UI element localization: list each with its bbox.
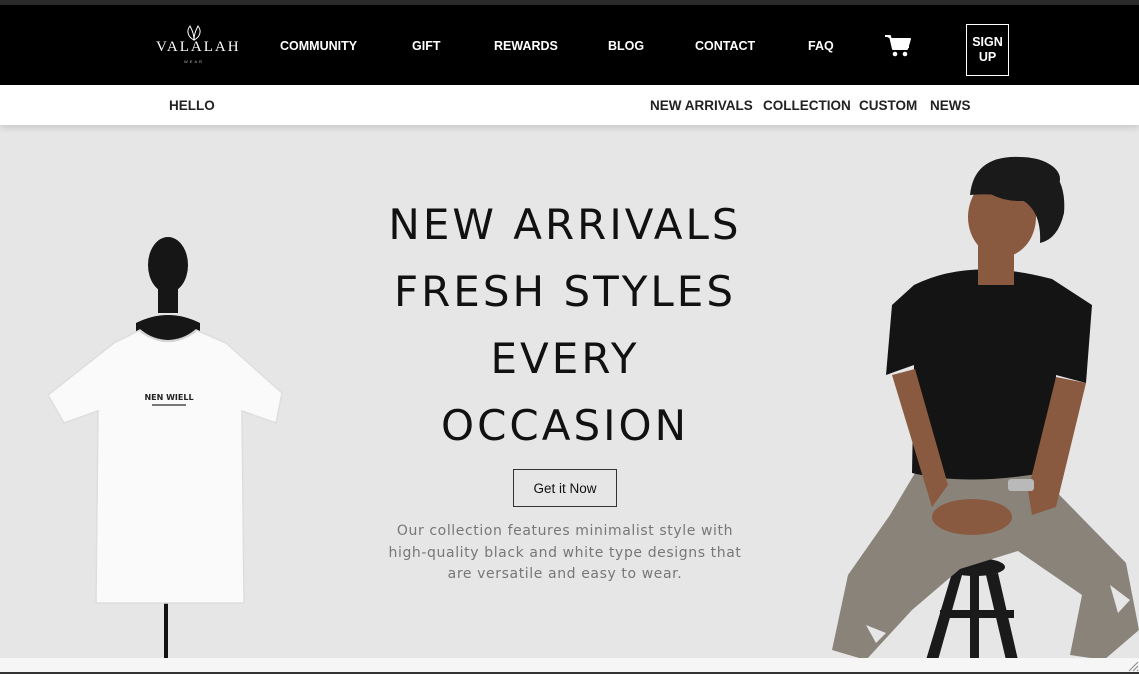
bottom-strip — [0, 658, 1139, 674]
shopping-cart-icon[interactable] — [884, 34, 912, 58]
brand-name: VALALAH — [156, 39, 241, 55]
sign-up-button[interactable]: SIGN UP — [966, 24, 1009, 76]
hero-headline: NEW ARRIVALS FRESH STYLES EVERY OCCASION — [340, 191, 790, 459]
subnav-custom[interactable]: CUSTOM — [859, 98, 917, 113]
brand-tagline: WEAR — [184, 59, 204, 64]
hero-banner: NEN WIELL NEW ARRIVALS FRESH STYLES EVER… — [0, 125, 1139, 658]
shirt-print-text: NEN WIELL — [144, 393, 193, 402]
main-header: VALALAH WEAR COMMUNITY GIFT REWARDS BLOG… — [0, 5, 1139, 85]
get-it-now-button[interactable]: Get it Now — [513, 469, 617, 507]
secondary-nav: HELLO NEW ARRIVALS COLLECTION CUSTOM NEW… — [0, 85, 1139, 125]
headline-line-4: OCCASION — [441, 401, 689, 450]
hero-description: Our collection features minimalist style… — [388, 523, 742, 582]
model-man-image — [832, 156, 1139, 658]
headline-line-2: FRESH STYLES — [393, 267, 737, 316]
resize-handle-icon[interactable] — [1125, 658, 1139, 672]
subnav-new-arrivals[interactable]: NEW ARRIVALS — [650, 98, 753, 113]
headline-line-1: NEW ARRIVALS — [388, 200, 742, 249]
nav-gift[interactable]: GIFT — [412, 39, 440, 53]
nav-community[interactable]: COMMUNITY — [280, 39, 357, 53]
subnav-collection[interactable]: COLLECTION — [763, 98, 851, 113]
greeting-link[interactable]: HELLO — [169, 98, 215, 113]
brand-logo[interactable]: VALALAH WEAR — [156, 25, 241, 69]
nav-rewards[interactable]: REWARDS — [494, 39, 558, 53]
subnav-news[interactable]: NEWS — [930, 98, 971, 113]
nav-faq[interactable]: FAQ — [808, 39, 834, 53]
nav-blog[interactable]: BLOG — [608, 39, 644, 53]
headline-line-3: EVERY — [490, 334, 640, 383]
nav-contact[interactable]: CONTACT — [695, 39, 755, 53]
mannequin-tshirt-image: NEN WIELL — [47, 237, 283, 658]
